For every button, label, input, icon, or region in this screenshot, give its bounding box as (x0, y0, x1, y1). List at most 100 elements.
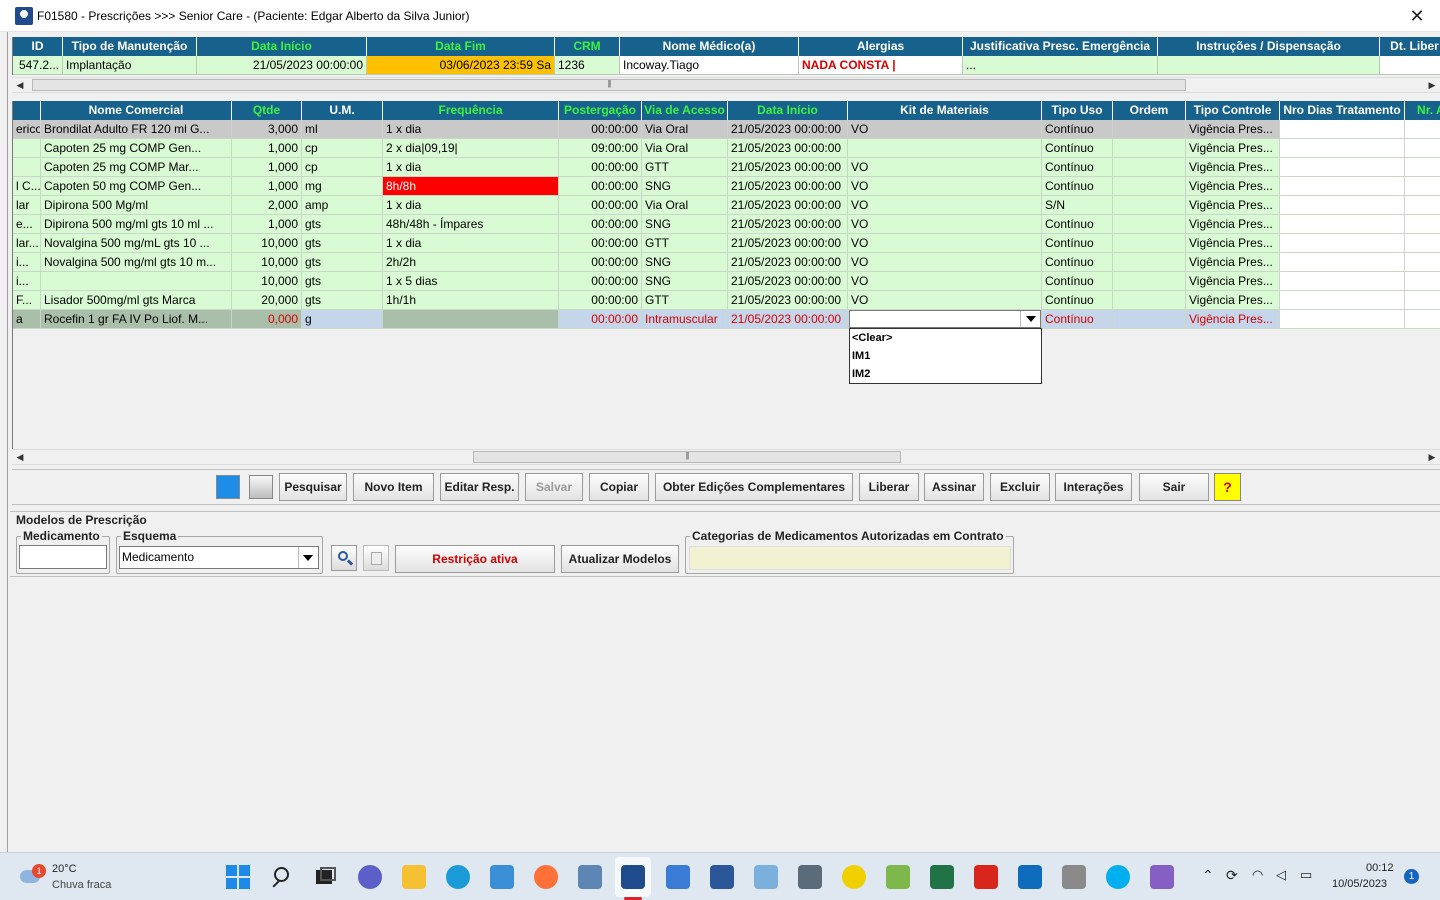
cell-frequencia[interactable]: 1 x dia (383, 234, 559, 253)
salvar-button[interactable]: Salvar (525, 473, 583, 501)
cell-nro-dias[interactable] (1280, 215, 1405, 234)
cell-tipo-uso[interactable]: Contínuo (1042, 253, 1113, 272)
item-row[interactable]: F... Lisador 500mg/ml gts Marca 20,000 gts 1… (13, 291, 1440, 310)
cell-um[interactable]: amp (302, 196, 383, 215)
col-instrucoes[interactable]: Instruções / Dispensação (1158, 37, 1380, 56)
cell-postergacao[interactable]: 00:00:00 (559, 310, 642, 329)
cell-data-inicio[interactable]: 21/05/2023 00:00:00 (728, 310, 848, 329)
cell-ordem[interactable] (1113, 215, 1186, 234)
cell-qtde[interactable]: 0,000 (232, 310, 302, 329)
editor-icon[interactable] (886, 865, 910, 889)
cell-via-acesso[interactable]: GTT (642, 158, 728, 177)
cell-tipo-controle[interactable]: Vigência Pres... (1186, 196, 1280, 215)
col-id[interactable]: ID (13, 37, 63, 56)
cell-nome-comercial[interactable]: Dipirona 500 Mg/ml (41, 196, 232, 215)
cell-tipo-uso[interactable]: S/N (1042, 196, 1113, 215)
scroll-left-icon[interactable]: ◀ (12, 78, 28, 92)
col-data-inicio[interactable]: Data Início (197, 37, 367, 56)
cell-nro-dias[interactable] (1280, 291, 1405, 310)
senior-care-app-icon[interactable] (621, 865, 645, 889)
cell-tipo-uso[interactable]: Contínuo (1042, 177, 1113, 196)
excel-icon[interactable] (930, 865, 954, 889)
excluir-button[interactable]: Excluir (990, 473, 1050, 501)
cell-postergacao[interactable]: 00:00:00 (559, 120, 642, 139)
cell-nro-dias[interactable] (1280, 272, 1405, 291)
cell-dt-liber[interactable] (1380, 56, 1440, 75)
cell-nome-comercial[interactable]: Novalgina 500 mg/ml gts 10 m... (41, 253, 232, 272)
search-icon[interactable] (331, 545, 357, 571)
cell-qtde[interactable]: 1,000 (232, 215, 302, 234)
cell-tipo-uso[interactable]: Contínuo (1042, 234, 1113, 253)
cell-tipo-controle[interactable]: Vigência Pres... (1186, 253, 1280, 272)
col-nome-comercial[interactable]: Nome Comercial (41, 101, 232, 120)
cell-tipo-controle[interactable]: Vigência Pres... (1186, 272, 1280, 291)
weather-desc[interactable]: Chuva fraca (52, 879, 111, 891)
cell-ordem[interactable] (1113, 139, 1186, 158)
cell-generico[interactable] (13, 158, 41, 177)
dropdown-option-clear[interactable]: <Clear> (850, 329, 1041, 347)
todo-icon[interactable] (842, 865, 866, 889)
cell-kit-materiais[interactable]: VO (848, 215, 1042, 234)
cell-nr-ap[interactable] (1405, 253, 1440, 272)
wifi-icon[interactable]: ◠ (1252, 867, 1263, 883)
cell-tipo-uso[interactable]: Contínuo (1042, 215, 1113, 234)
assinar-button[interactable]: Assinar (924, 473, 984, 501)
cell-tipo-uso[interactable]: Contínuo (1042, 272, 1113, 291)
sair-button[interactable]: Sair (1139, 473, 1209, 501)
outlook-icon[interactable] (1018, 865, 1042, 889)
cell-qtde[interactable]: 10,000 (232, 234, 302, 253)
dropdown-option-im1[interactable]: IM1 (850, 347, 1041, 365)
cell-generico[interactable]: i... (13, 253, 41, 272)
cell-frequencia[interactable]: 2 x dia|09,19| (383, 139, 559, 158)
scroll-thumb[interactable] (32, 79, 1186, 91)
start-icon[interactable] (226, 865, 250, 889)
liberar-button[interactable]: Liberar (859, 473, 919, 501)
cell-nome-comercial[interactable]: Capoten 25 mg COMP Gen... (41, 139, 232, 158)
battery-icon[interactable]: ▭ (1300, 867, 1312, 883)
cell-nome-comercial[interactable]: Capoten 50 mg COMP Gen... (41, 177, 232, 196)
weather-temp[interactable]: 20°C (52, 863, 77, 875)
cell-nro-dias[interactable] (1280, 196, 1405, 215)
cell-qtde[interactable]: 3,000 (232, 120, 302, 139)
copiar-button[interactable]: Copiar (589, 473, 649, 501)
remote-desktop-icon[interactable] (754, 865, 778, 889)
cell-tipo-controle[interactable]: Vigência Pres... (1186, 120, 1280, 139)
cell-nr-ap[interactable] (1405, 215, 1440, 234)
cell-generico[interactable] (13, 139, 41, 158)
cell-postergacao[interactable]: 00:00:00 (559, 272, 642, 291)
cell-tipo-controle[interactable]: Vigência Pres... (1186, 139, 1280, 158)
cell-nro-dias[interactable] (1280, 253, 1405, 272)
cell-tipo-uso[interactable]: Contínuo (1042, 139, 1113, 158)
cell-frequencia[interactable]: 48h/48h - Ímpares (383, 215, 559, 234)
chevron-up-icon[interactable]: ⌃ (1202, 867, 1214, 884)
cell-nr-ap[interactable] (1405, 196, 1440, 215)
cell-instrucoes[interactable] (1158, 56, 1380, 75)
cell-tipo-controle[interactable]: Vigência Pres... (1186, 234, 1280, 253)
top-grid-scrollbar[interactable]: ◀ ▶ (12, 77, 1440, 93)
chat-icon[interactable] (358, 865, 382, 889)
cell-nro-dias[interactable] (1280, 158, 1405, 177)
cell-data-inicio[interactable]: 21/05/2023 00:00:00 (728, 215, 848, 234)
cell-id[interactable]: 547.2... (13, 56, 63, 75)
cell-nome-comercial[interactable]: Lisador 500mg/ml gts Marca (41, 291, 232, 310)
plane-app-icon[interactable] (1062, 865, 1086, 889)
cell-data-inicio[interactable]: 21/05/2023 00:00:00 (728, 120, 848, 139)
cell-tipo-uso[interactable]: Contínuo (1042, 158, 1113, 177)
cell-kit-materiais[interactable]: VO (848, 253, 1042, 272)
cell-data-inicio[interactable]: 21/05/2023 00:00:00 (728, 139, 848, 158)
cell-nome-comercial[interactable]: Dipirona 500 mg/ml gts 10 ml ... (41, 215, 232, 234)
cell-qtde[interactable]: 10,000 (232, 272, 302, 291)
cell-via-acesso[interactable]: SNG (642, 253, 728, 272)
cell-kit-materiais[interactable]: VO (848, 234, 1042, 253)
cell-data-inicio[interactable]: 21/05/2023 00:00:00 (197, 56, 367, 75)
cell-kit-materiais[interactable]: VO (848, 177, 1042, 196)
cell-ordem[interactable] (1113, 253, 1186, 272)
chevron-down-icon[interactable] (1020, 311, 1040, 327)
notepad-icon[interactable] (666, 865, 690, 889)
col-alergias[interactable]: Alergias (799, 37, 963, 56)
interacoes-button[interactable]: Interações (1055, 473, 1132, 501)
cell-tipo-uso[interactable]: Contínuo (1042, 291, 1113, 310)
col-via-acesso[interactable]: Via de Acesso (642, 101, 728, 120)
cell-via-acesso[interactable]: GTT (642, 291, 728, 310)
cell-um[interactable]: gts (302, 234, 383, 253)
